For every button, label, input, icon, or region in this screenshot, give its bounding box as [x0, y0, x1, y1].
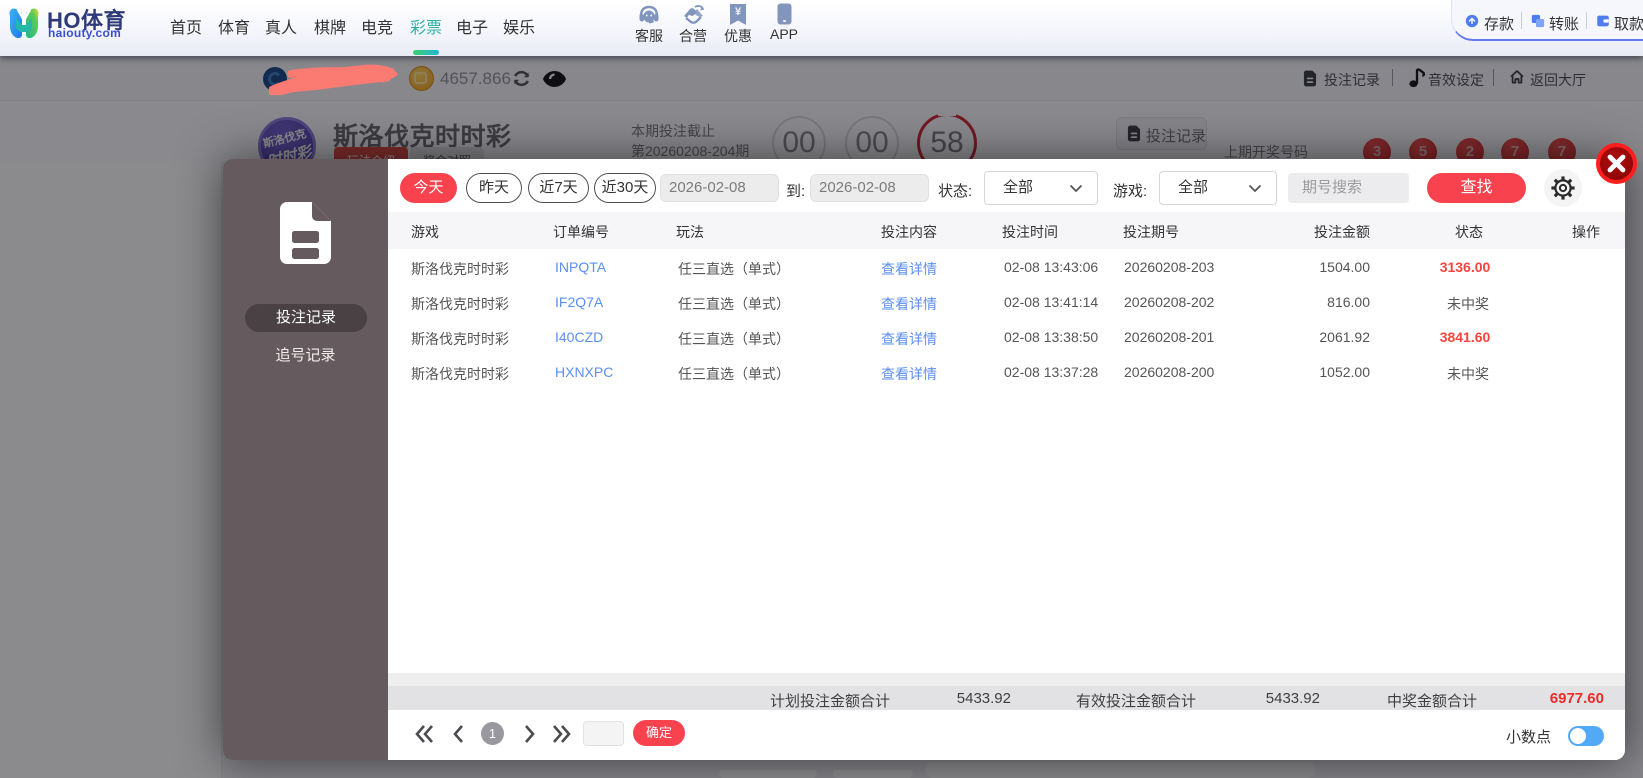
svg-text:¥: ¥	[735, 6, 742, 18]
